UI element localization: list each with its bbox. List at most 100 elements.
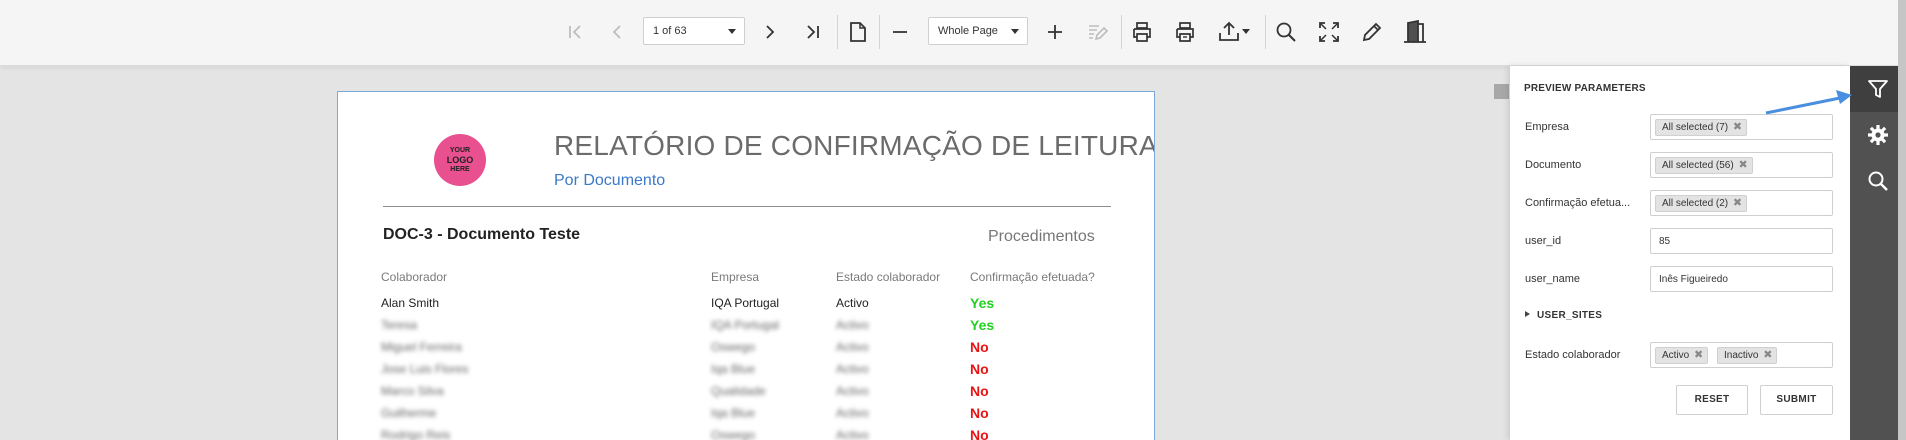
reset-button[interactable]: RESET <box>1676 385 1748 415</box>
cell-confirmacao: Yes <box>970 295 995 311</box>
window-scrollbar[interactable] <box>1898 0 1906 440</box>
table-row: Marco Silva Qualidade Activo No <box>338 383 1154 405</box>
toolbar-divider <box>837 15 838 49</box>
next-page-button[interactable] <box>754 16 786 48</box>
print-button[interactable] <box>1126 16 1158 48</box>
table-row: Guilherme Iqa Blue Activo No <box>338 405 1154 427</box>
fullscreen-button[interactable] <box>1313 16 1345 48</box>
table-row: Alan Smith IQA Portugal Activo Yes <box>338 295 1154 317</box>
param-confirmacao-tagbox[interactable]: All selected (2) ✖ <box>1650 190 1833 216</box>
remove-chip-icon[interactable]: ✖ <box>1763 348 1772 363</box>
report-title: RELATÓRIO DE CONFIRMAÇÃO DE LEITURA <box>554 130 1155 161</box>
param-label-user-id: user_id <box>1525 235 1562 247</box>
cell-confirmacao: No <box>970 405 989 421</box>
cell-colaborador: Guilherme <box>381 406 437 420</box>
logo-text-line: YOUR <box>449 147 471 154</box>
remove-chip-icon[interactable]: ✖ <box>1694 348 1703 363</box>
zoom-select-value: Whole Page <box>938 25 998 37</box>
remove-chip-icon[interactable]: ✖ <box>1733 196 1742 211</box>
param-chip: All selected (7) ✖ <box>1655 119 1748 136</box>
cell-confirmacao: No <box>970 339 989 355</box>
param-user-name-input[interactable]: Inês Figueiredo <box>1650 266 1833 292</box>
cell-empresa: Oswego <box>711 428 756 440</box>
cell-confirmacao: No <box>970 427 989 440</box>
cell-estado: Activo <box>836 296 869 310</box>
print-page-button[interactable] <box>1169 16 1201 48</box>
param-estado-tagbox[interactable]: Activo ✖ Inactivo ✖ <box>1650 342 1833 368</box>
table-row: Jose Luis Flores Iqa Blue Activo No <box>338 361 1154 383</box>
chip-label: All selected (7) <box>1662 122 1729 133</box>
cell-estado: Activo <box>836 428 869 440</box>
param-label-estado: Estado colaborador <box>1525 349 1621 361</box>
chip-label: Inactivo <box>1724 350 1759 361</box>
logo-text-line: LOGO <box>446 155 474 165</box>
param-user-id-input[interactable]: 85 <box>1650 228 1833 254</box>
param-empresa-tagbox[interactable]: All selected (7) ✖ <box>1650 114 1833 140</box>
cell-estado: Activo <box>836 340 869 354</box>
report-page: YOUR LOGO HERE RELATÓRIO DE CONFIRMAÇÃO … <box>337 91 1155 440</box>
remove-chip-icon[interactable]: ✖ <box>1738 158 1747 173</box>
chip-label: All selected (56) <box>1662 160 1734 171</box>
zoom-select[interactable]: Whole Page <box>928 17 1028 45</box>
param-user-id-value: 85 <box>1659 236 1671 247</box>
param-label-user-name: user_name <box>1525 273 1581 285</box>
gear-icon <box>1868 125 1888 145</box>
column-header-colaborador: Colaborador <box>381 270 448 284</box>
table-row: Teresa IQA Portugal Activo Yes <box>338 317 1154 339</box>
chip-label: Activo <box>1662 350 1690 361</box>
first-page-icon <box>569 25 581 39</box>
chevron-down-icon <box>1011 29 1019 34</box>
logo-text-line: HERE <box>450 166 470 173</box>
edit-fields-button[interactable] <box>1081 16 1113 48</box>
toolbar-divider <box>1265 15 1266 49</box>
cell-colaborador: Teresa <box>381 318 418 332</box>
chevron-left-icon <box>612 25 621 39</box>
param-label-confirmacao: Confirmação efetua... <box>1525 197 1631 209</box>
cell-empresa: Oswego <box>711 340 756 354</box>
param-user-name-value: Inês Figueiredo <box>1659 274 1728 285</box>
zoom-out-button[interactable] <box>884 16 916 48</box>
last-page-icon <box>807 25 819 39</box>
filter-icon <box>1868 80 1888 98</box>
chevron-right-icon <box>766 25 775 39</box>
print-page-icon <box>1176 22 1194 42</box>
user-sites-section-toggle[interactable]: USER_SITES <box>1525 310 1602 321</box>
first-page-button[interactable] <box>559 16 591 48</box>
table-row: Rodrigo Reis Oswego Activo No <box>338 427 1154 440</box>
toolbar-divider <box>1121 15 1122 49</box>
cell-colaborador: Rodrigo Reis <box>381 428 451 440</box>
cell-colaborador: Marco Silva <box>381 384 444 398</box>
cell-estado: Activo <box>836 318 869 332</box>
search-button[interactable] <box>1270 16 1302 48</box>
edit-document-icon <box>1089 25 1108 41</box>
param-chip-inactivo: Inactivo ✖ <box>1717 347 1778 364</box>
viewer-scroll-handle[interactable] <box>1494 84 1509 99</box>
cell-colaborador: Jose Luis Flores <box>381 362 469 376</box>
minus-icon <box>893 31 907 33</box>
param-chip: All selected (56) ✖ <box>1655 157 1753 174</box>
section-label: USER_SITES <box>1537 310 1603 321</box>
exit-button[interactable] <box>1399 16 1431 48</box>
remove-chip-icon[interactable]: ✖ <box>1733 120 1742 135</box>
design-button[interactable] <box>1356 16 1388 48</box>
submit-button[interactable]: SUBMIT <box>1760 385 1833 415</box>
search-icon <box>1868 171 1888 191</box>
cell-confirmacao: No <box>970 383 989 399</box>
page-setup-button[interactable] <box>842 16 874 48</box>
previous-page-button[interactable] <box>601 16 633 48</box>
page-icon <box>850 22 866 42</box>
company-logo: YOUR LOGO HERE <box>434 134 486 186</box>
chevron-down-icon <box>1242 29 1250 34</box>
export-button[interactable] <box>1212 16 1256 48</box>
report-subtitle: Por Documento <box>554 172 666 189</box>
header-divider <box>383 206 1111 207</box>
zoom-in-button[interactable] <box>1039 16 1071 48</box>
preview-parameters-panel: PREVIEW PARAMETERS Empresa All selected … <box>1510 66 1850 440</box>
chip-label: All selected (2) <box>1662 198 1729 209</box>
param-documento-tagbox[interactable]: All selected (56) ✖ <box>1650 152 1833 178</box>
cell-empresa: Iqa Blue <box>711 406 756 420</box>
export-icon <box>1219 21 1239 41</box>
cell-estado: Activo <box>836 384 869 398</box>
last-page-button[interactable] <box>797 16 829 48</box>
page-select[interactable]: 1 of 63 <box>643 17 745 45</box>
